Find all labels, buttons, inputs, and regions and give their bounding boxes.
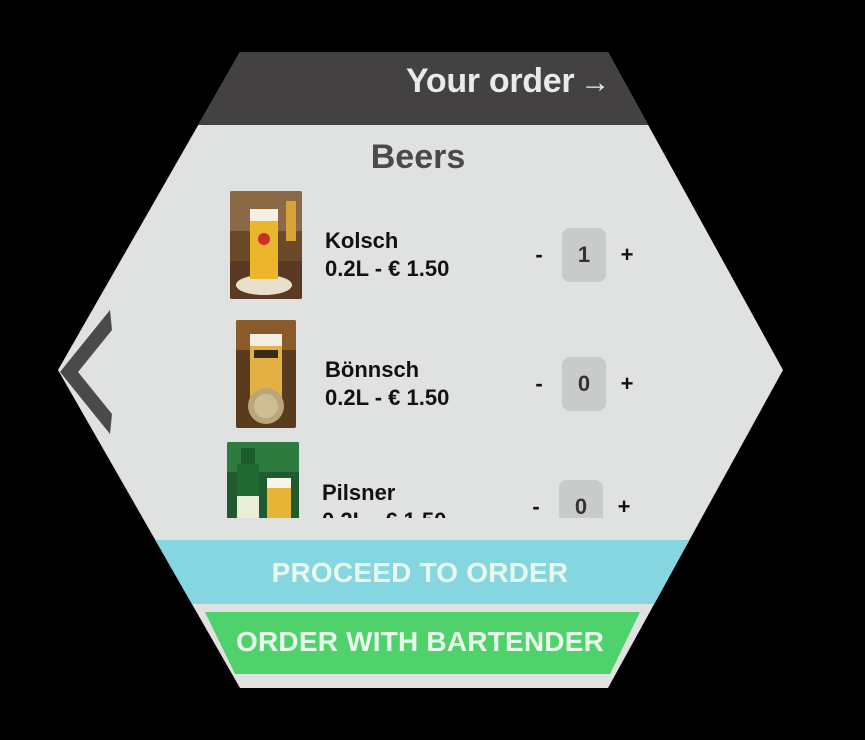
decrease-quantity-button[interactable]: -	[527, 369, 551, 399]
order-with-bartender-label: ORDER WITH BARTENDER	[236, 626, 604, 657]
increase-quantity-button[interactable]: +	[612, 492, 636, 518]
list-item: Bönnsch 0.2L - € 1.50 - 0 +	[170, 320, 690, 430]
proceed-to-order-label: PROCEED TO ORDER	[271, 557, 569, 588]
item-name: Bönnsch	[325, 357, 420, 382]
list-item: Pilsner 0.2L - € 1.50 - 0 +	[170, 442, 690, 518]
order-with-bartender-button[interactable]: ORDER WITH BARTENDER	[215, 612, 625, 674]
quantity-display: 0	[562, 357, 606, 411]
kolsch-photo	[230, 191, 302, 299]
pilsner-photo	[227, 442, 299, 518]
decrease-quantity-button[interactable]: -	[524, 492, 548, 518]
item-name: Pilsner	[322, 480, 396, 505]
header-title[interactable]: Your order →	[380, 62, 610, 101]
bonnsch-photo	[236, 320, 296, 428]
beer-list[interactable]: Kolsch 0.2L - € 1.50 - 1 + Bönnsch 0.2L …	[170, 180, 690, 518]
item-price: 0.2L - € 1.50	[322, 508, 446, 518]
header-title-label: Your order	[406, 62, 575, 100]
item-price: 0.2L - € 1.50	[325, 256, 450, 281]
increase-quantity-button[interactable]: +	[615, 369, 639, 399]
chevron-left-icon[interactable]	[60, 310, 120, 434]
arrow-right-icon: →	[580, 66, 610, 99]
proceed-to-order-button[interactable]: PROCEED TO ORDER	[165, 540, 675, 604]
decrease-quantity-button[interactable]: -	[527, 240, 551, 270]
item-price: 0.2L - € 1.50	[325, 385, 450, 410]
item-name: Kolsch	[325, 228, 399, 253]
increase-quantity-button[interactable]: +	[615, 240, 639, 270]
quantity-display: 0	[559, 480, 603, 518]
section-title: Beers	[370, 138, 466, 176]
quantity-display: 1	[562, 228, 606, 282]
list-item: Kolsch 0.2L - € 1.50 - 1 +	[170, 190, 690, 300]
